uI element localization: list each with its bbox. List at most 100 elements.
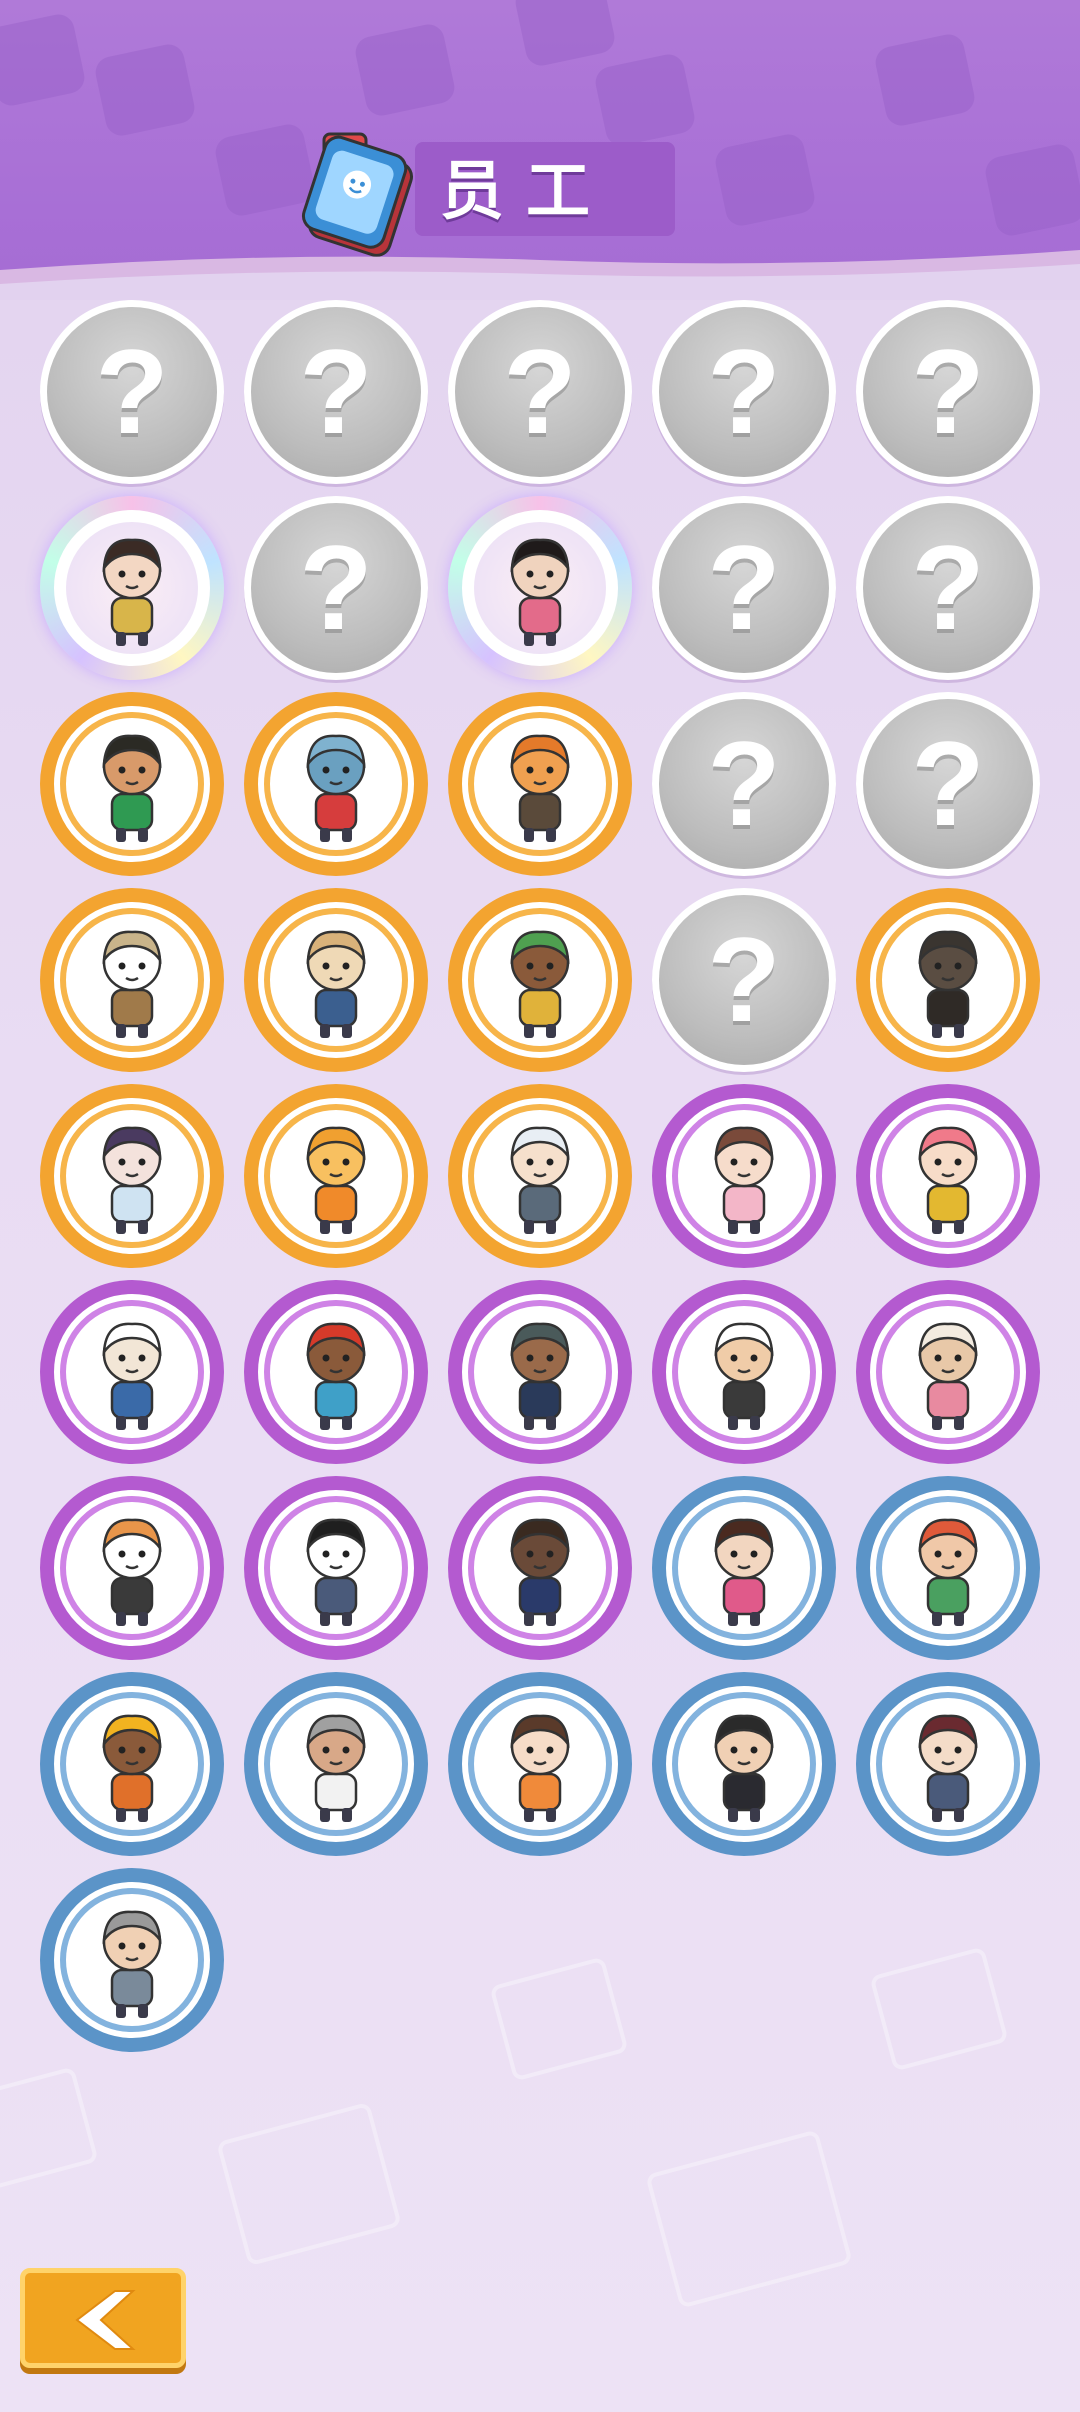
background-pattern — [0, 11, 88, 109]
staff-slot[interactable] — [40, 888, 224, 1072]
question-mark-icon: ? — [299, 325, 373, 459]
locked-staff-slot[interactable]: ? — [448, 300, 632, 484]
question-mark-icon: ? — [911, 325, 985, 459]
backpacker-avatar — [510, 1322, 570, 1430]
question-mark-icon: ? — [707, 913, 781, 1047]
staff-grid: ??????????? — [40, 300, 1040, 2052]
question-mark-icon: ? — [95, 325, 169, 459]
staff-slot[interactable] — [856, 1672, 1040, 1856]
bronze-statue-avatar — [918, 930, 978, 1038]
locked-staff-slot[interactable]: ? — [856, 496, 1040, 680]
header-wave — [0, 250, 1080, 300]
orange-robot-avatar — [306, 1126, 366, 1234]
staff-slot[interactable] — [856, 1476, 1040, 1660]
corgi-avatar — [102, 1518, 162, 1626]
locked-staff-slot[interactable]: ? — [856, 300, 1040, 484]
background-book-decoration — [645, 2129, 853, 2309]
header: 员工 — [0, 0, 1080, 300]
grumpy-old-man-avatar — [306, 1714, 366, 1822]
panda-explorer-avatar — [102, 930, 162, 1038]
staff-slot[interactable] — [652, 1084, 836, 1268]
locked-staff-slot[interactable]: ? — [856, 692, 1040, 876]
staff-slot[interactable] — [40, 1084, 224, 1268]
staff-slot[interactable] — [40, 1476, 224, 1660]
page-title: 员工 — [440, 155, 612, 229]
sailor-cat-avatar — [102, 1322, 162, 1430]
back-arrow-icon — [75, 2290, 136, 2350]
staff-slot[interactable] — [448, 1476, 632, 1660]
staff-slot[interactable] — [652, 1672, 836, 1856]
pink-haired-girl-avatar — [918, 1126, 978, 1234]
question-mark-icon: ? — [911, 717, 985, 851]
staff-slot[interactable] — [244, 1476, 428, 1660]
staff-card-icon — [301, 132, 413, 257]
background-pattern — [512, 0, 618, 69]
locked-staff-slot[interactable]: ? — [40, 300, 224, 484]
glasses-girl-avatar — [714, 1126, 774, 1234]
locked-staff-slot[interactable]: ? — [652, 692, 836, 876]
chef-lady-avatar — [510, 538, 570, 646]
background-pattern — [352, 21, 458, 119]
cooking-robot-avatar — [510, 734, 570, 842]
white-haired-boy-avatar — [510, 1126, 570, 1234]
bald-chef-avatar — [714, 1322, 774, 1430]
staff-slot[interactable] — [40, 692, 224, 876]
background-pattern — [872, 31, 978, 129]
staff-slot[interactable] — [856, 1280, 1040, 1464]
staff-slot[interactable] — [856, 1084, 1040, 1268]
locked-staff-slot[interactable]: ? — [652, 496, 836, 680]
elf-on-cloud-avatar — [102, 734, 162, 842]
staff-slot[interactable] — [448, 1280, 632, 1464]
green-haired-fisher-avatar — [510, 930, 570, 1038]
wolf-businessman-avatar — [306, 930, 366, 1038]
background-book-decoration — [216, 2101, 402, 2267]
background-pattern — [982, 141, 1080, 239]
background-pattern — [712, 131, 818, 229]
cat-eared-adventurer-avatar — [102, 538, 162, 646]
schoolgirl-avatar — [918, 1714, 978, 1822]
sheep-gardener-avatar — [918, 1322, 978, 1430]
construction-worker-avatar — [102, 1714, 162, 1822]
locked-staff-slot[interactable]: ? — [652, 300, 836, 484]
staff-slot[interactable] — [40, 1280, 224, 1464]
panda-avatar — [306, 1518, 366, 1626]
staff-slot[interactable] — [40, 1868, 224, 2052]
staff-slot[interactable] — [448, 496, 632, 680]
blushing-lady-avatar — [510, 1714, 570, 1822]
red-haired-boy-avatar — [918, 1518, 978, 1626]
staff-slot[interactable] — [448, 692, 632, 876]
walrus-detective-avatar — [510, 1518, 570, 1626]
staff-slot[interactable] — [856, 888, 1040, 1072]
question-mark-icon: ? — [911, 521, 985, 655]
question-mark-icon: ? — [707, 521, 781, 655]
staff-slot[interactable] — [244, 1084, 428, 1268]
staff-slot[interactable] — [448, 1672, 632, 1856]
background-book-decoration — [0, 2066, 99, 2192]
locked-staff-slot[interactable]: ? — [244, 496, 428, 680]
gray-haired-worker-avatar — [102, 1910, 162, 2018]
staff-slot[interactable] — [448, 1084, 632, 1268]
staff-slot[interactable] — [244, 692, 428, 876]
question-mark-icon: ? — [707, 717, 781, 851]
umbrella-lady-avatar — [102, 1126, 162, 1234]
fish-astronaut-avatar — [306, 734, 366, 842]
staff-slot[interactable] — [448, 888, 632, 1072]
background-pattern — [92, 41, 198, 139]
staff-slot[interactable] — [40, 496, 224, 680]
locked-staff-slot[interactable]: ? — [244, 300, 428, 484]
smiling-woman-avatar — [714, 1518, 774, 1626]
staff-slot[interactable] — [652, 1280, 836, 1464]
bandana-boy-avatar — [306, 1322, 366, 1430]
locked-staff-slot[interactable]: ? — [652, 888, 836, 1072]
staff-slot[interactable] — [652, 1476, 836, 1660]
beanie-man-avatar — [714, 1714, 774, 1822]
question-mark-icon: ? — [299, 521, 373, 655]
question-mark-icon: ? — [707, 325, 781, 459]
staff-slot[interactable] — [40, 1672, 224, 1856]
staff-slot[interactable] — [244, 1280, 428, 1464]
staff-slot[interactable] — [244, 1672, 428, 1856]
staff-slot[interactable] — [244, 888, 428, 1072]
question-mark-icon: ? — [503, 325, 577, 459]
back-button[interactable] — [20, 2268, 186, 2368]
page-title-group: 员工 — [290, 120, 690, 257]
